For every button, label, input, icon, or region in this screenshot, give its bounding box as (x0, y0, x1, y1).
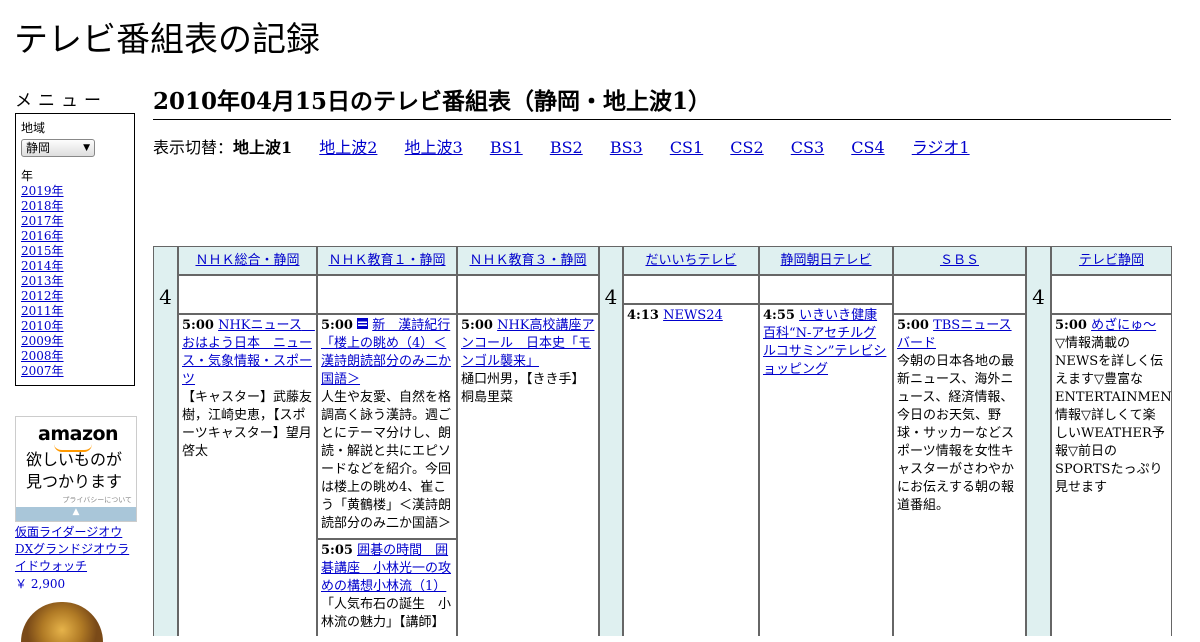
program-guide-table: 4 4 4 ＮＨＫ総合・静岡 ＮＨＫ教育１・静岡 ＮＨＫ教育３・静岡 だいいちテ… (153, 246, 1172, 636)
empty-slot (317, 275, 457, 314)
year-link[interactable]: 2016年 (21, 229, 129, 244)
product-price: ￥ 2,900 (15, 577, 66, 591)
hour-label: 4 (604, 285, 618, 309)
year-link[interactable]: 2007年 (21, 364, 129, 379)
region-label: 地域 (21, 121, 46, 135)
switch-current: 地上波1 (233, 138, 293, 157)
region-select[interactable]: 静岡 ▼ (21, 139, 95, 157)
empty-slot (893, 275, 1026, 314)
chevron-up-icon: ▲ (72, 507, 80, 517)
channel-header: テレビ静岡 (1051, 246, 1172, 275)
empty-slot (1051, 275, 1172, 314)
empty-slot (178, 275, 317, 314)
channel-link[interactable]: ＮＨＫ教育１・静岡 (328, 253, 445, 268)
year-link[interactable]: 2018年 (21, 199, 129, 214)
program-description: 今朝の日本各地の最新ニュース、海外ニュース、経済情報、今日のお天気、野球・サッカ… (897, 354, 1015, 513)
program-cell: 5:00 めざにゅ～ ▽情報満載のNEWSを詳しく伝えます▽豊富なENTERTA… (1051, 314, 1172, 636)
program-time: 5:00 (1055, 318, 1087, 333)
switch-label: 表示切替： (153, 138, 234, 157)
year-link[interactable]: 2017年 (21, 214, 129, 229)
program-description: 「人気布石の誕生 小林流の魅力」【講師】 (321, 597, 452, 630)
program-time: 5:00 (182, 318, 214, 333)
switch-link-radio1[interactable]: ラジオ1 (912, 138, 970, 157)
product-image[interactable] (21, 602, 103, 642)
empty-slot (623, 275, 759, 304)
sidebar: メニュー 地域 静岡 ▼ 年 2019年 2018年 2017年 2016年 2… (15, 86, 137, 642)
year-link[interactable]: 2011年 (21, 304, 129, 319)
chevron-down-icon: ▼ (83, 143, 90, 153)
channel-link[interactable]: ＮＨＫ教育３・静岡 (469, 253, 586, 268)
program-description: 樋口州男，【きき手】桐島里菜 (461, 372, 585, 405)
product-link[interactable]: 仮面ライダージオウ DXグランドジオウライドウォッチ (15, 524, 135, 575)
channel-header: ＳＢＳ (893, 246, 1026, 275)
year-link[interactable]: 2019年 (21, 184, 129, 199)
channel-header: ＮＨＫ総合・静岡 (178, 246, 317, 275)
hour-column: 4 (153, 246, 178, 636)
menu-label: メニュー (15, 91, 107, 111)
channel-link[interactable]: だいいちテレビ (645, 253, 736, 268)
empty-slot (457, 275, 599, 314)
ad-text: 欲しいものが見つかります (26, 450, 123, 491)
switch-link-cs2[interactable]: CS2 (730, 138, 763, 157)
year-link[interactable]: 2012年 (21, 289, 129, 304)
year-link[interactable]: 2010年 (21, 319, 129, 334)
ad-expand-bar[interactable]: ▲ (16, 507, 136, 521)
year-link[interactable]: 2013年 (21, 274, 129, 289)
switch-link-bs1[interactable]: BS1 (490, 138, 523, 157)
hour-column: 4 (599, 246, 623, 636)
channel-header: ＮＨＫ教育３・静岡 (457, 246, 599, 275)
year-list: 2019年 2018年 2017年 2016年 2015年 2014年 2013… (21, 184, 129, 379)
program-time: 5:00 (461, 318, 493, 333)
hour-label: 4 (159, 285, 172, 309)
program-description: 人生や友愛、自然を格調高く詠う漢詩。週ごとにテーマ分けし、朗読・解説と共にエピソ… (321, 390, 452, 531)
display-switcher: 表示切替：地上波1 地上波2 地上波3 BS1 BS2 BS3 CS1 CS2 … (153, 134, 992, 158)
program-cell: 5:00 TBSニュースバード 今朝の日本各地の最新ニュース、海外ニュース、経済… (893, 314, 1026, 636)
program-time: 5:05 (321, 543, 353, 558)
switch-link-bs2[interactable]: BS2 (550, 138, 583, 157)
program-time: 4:13 (627, 308, 659, 323)
year-link[interactable]: 2009年 (21, 334, 129, 349)
year-link[interactable]: 2008年 (21, 349, 129, 364)
switch-link-chijou3[interactable]: 地上波3 (405, 138, 463, 157)
year-label: 年 (21, 169, 34, 183)
site-title: テレビ番組表の記録 (14, 20, 320, 60)
channel-link[interactable]: ＳＢＳ (940, 253, 979, 268)
ad-privacy-link[interactable]: プライバシーについて (62, 495, 132, 505)
program-time: 4:55 (763, 308, 795, 323)
data-broadcast-icon (357, 318, 369, 329)
program-cell: 5:00 NHK高校講座アンコール 日本史「モンゴル襲来」 樋口州男，【きき手】… (457, 314, 599, 636)
channel-link[interactable]: テレビ静岡 (1079, 253, 1144, 268)
hour-label: 4 (1032, 285, 1045, 309)
program-time: 5:00 (897, 318, 929, 333)
program-cell: 4:13 NEWS24 (623, 304, 759, 636)
program-cell: 5:05 囲碁の時間 囲碁講座 小林光一の攻めの構想小林流（1） 「人気布石の誕… (317, 539, 457, 636)
channel-link[interactable]: ＮＨＫ総合・静岡 (195, 253, 299, 268)
program-title-link[interactable]: NEWS24 (663, 308, 723, 323)
amazon-logo: amazon (38, 423, 119, 445)
amazon-ad-banner[interactable]: amazon 欲しいものが見つかります プライバシーについて ▲ (15, 416, 137, 522)
program-cell: 5:00 新 漢詩紀行「楼上の眺め（4）＜漢詩朗読部分のみ二か国語＞ 人生や友愛… (317, 314, 457, 539)
channel-link[interactable]: 静岡朝日テレビ (780, 253, 871, 268)
year-link[interactable]: 2015年 (21, 244, 129, 259)
empty-slot (759, 275, 893, 304)
menu-box: 地域 静岡 ▼ 年 2019年 2018年 2017年 2016年 2015年 … (15, 113, 135, 386)
region-select-value: 静岡 (26, 141, 51, 155)
program-cell: 5:00 NHKニュース おはよう日本 ニュース・気象情報・スポーツ 【キャスタ… (178, 314, 317, 636)
channel-header: だいいちテレビ (623, 246, 759, 275)
program-cell: 4:55 いきいき健康百科“N-アセチルグルコサミン”テレビショッピング (759, 304, 893, 636)
switch-link-cs1[interactable]: CS1 (670, 138, 703, 157)
hour-column: 4 (1026, 246, 1051, 636)
program-title-link[interactable]: めざにゅ～ (1091, 318, 1156, 333)
program-description: 【キャスター】武藤友樹，江崎史恵，【スポーツキャスター】望月啓太 (182, 390, 313, 459)
program-description: ▽情報満載のNEWSを詳しく伝えます▽豊富なENTERTAINMENT情報▽詳し… (1055, 336, 1172, 495)
switch-link-cs3[interactable]: CS3 (791, 138, 824, 157)
switch-link-chijou2[interactable]: 地上波2 (319, 138, 377, 157)
page-title: 2010年04月15日のテレビ番組表（静岡・地上波1） (153, 82, 1171, 120)
switch-link-cs4[interactable]: CS4 (851, 138, 884, 157)
year-link[interactable]: 2014年 (21, 259, 129, 274)
channel-header: 静岡朝日テレビ (759, 246, 893, 275)
switch-link-bs3[interactable]: BS3 (610, 138, 643, 157)
channel-header: ＮＨＫ教育１・静岡 (317, 246, 457, 275)
program-time: 5:00 (321, 318, 353, 333)
